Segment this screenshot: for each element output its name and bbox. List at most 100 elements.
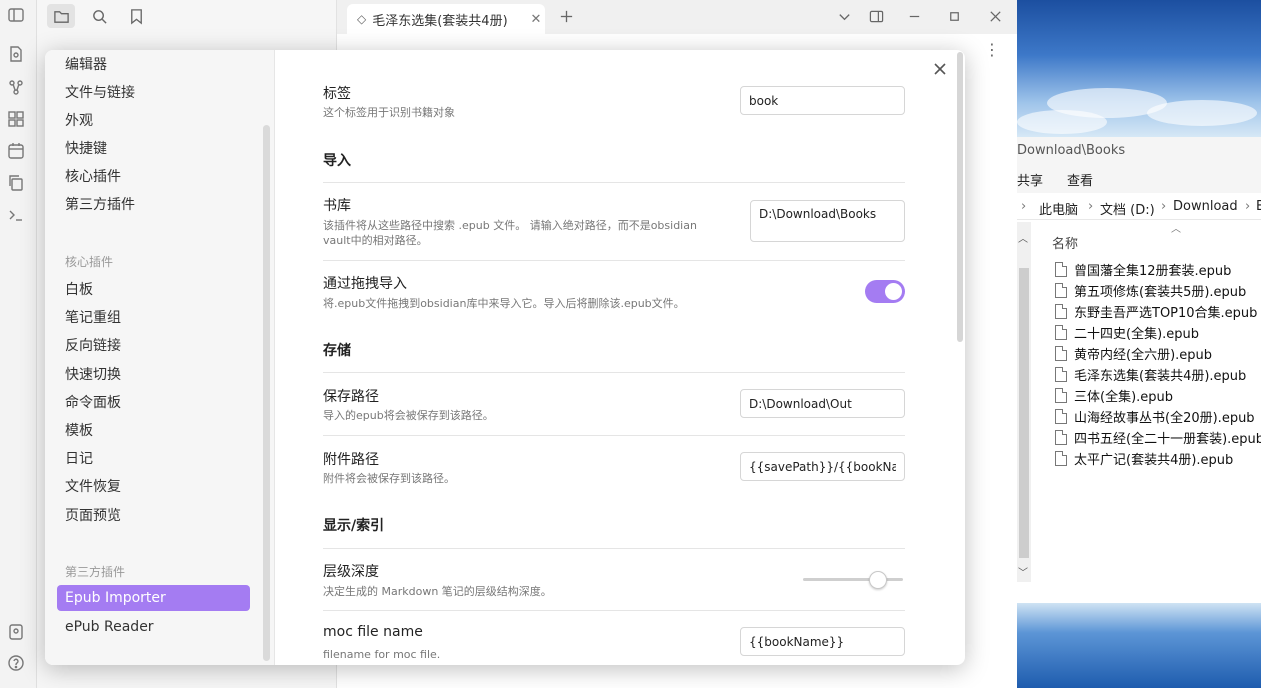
settings-nav-item[interactable]: 反向链接 [57,332,250,358]
settings-nav-item[interactable]: Epub Importer [57,585,250,611]
file-icon [1055,283,1067,298]
book-tab-icon: ◇ [357,12,367,26]
file-icon [1055,388,1067,403]
divider [323,182,905,183]
column-header-name[interactable]: 名称 [1052,233,1078,252]
graph-view-icon[interactable] [7,78,25,96]
explorer-scrollbar[interactable]: ︿ ﹀ [1017,222,1031,582]
level-depth-slider-track[interactable] [803,578,903,581]
settings-nav-item[interactable]: 文件与链接 [57,79,250,105]
file-list-item[interactable]: 三体(全集).epub [1055,385,1173,406]
breadcrumb-item[interactable]: B [1256,199,1261,214]
close-tab-icon[interactable]: ✕ [527,12,545,27]
more-options-icon[interactable]: ⋮ [984,42,1000,58]
desktop-wallpaper [1017,603,1261,688]
file-name: 四书五经(全二十一册套装).epub [1074,432,1261,447]
file-list-item[interactable]: 山海经故事丛书(全20册).epub [1055,406,1255,427]
section-heading-import: 导入 [323,153,351,169]
copy-icon[interactable] [7,174,25,192]
terminal-icon[interactable] [7,206,25,224]
folder-icon[interactable] [47,4,75,28]
canvas-icon[interactable] [7,110,25,128]
settings-nav-item[interactable]: 核心插件 [57,163,250,189]
file-list-item[interactable]: 东野圭吾严选TOP10合集.epub [1055,301,1257,322]
attachment-path-input[interactable] [740,452,905,481]
scroll-thumb[interactable] [1019,268,1029,558]
divider [323,548,905,549]
breadcrumb-item[interactable]: 此电脑 [1039,199,1078,218]
settings-nav-item[interactable]: 第三方插件 [57,191,250,217]
settings-nav-item[interactable]: 外观 [57,107,250,133]
tab-list-chevron-icon[interactable] [832,5,856,27]
vault-switch-icon[interactable] [7,623,25,641]
setting-desc: filename for moc file. [323,648,441,661]
breadcrumb-item[interactable]: Download [1173,199,1238,214]
settings-content: 标签 这个标签用于识别书籍对象 导入 书库 该插件将从这些路径中搜索 .epub… [276,50,965,665]
settings-nav-item[interactable]: 文件恢复 [57,473,250,499]
file-open-icon[interactable] [7,45,25,63]
right-sidebar-toggle-icon[interactable] [864,5,888,27]
settings-nav-item[interactable]: 模板 [57,417,250,443]
sidebar-toggle-icon[interactable] [7,6,25,24]
menu-view[interactable]: 查看 [1067,170,1093,189]
nav-scrollbar[interactable] [263,125,270,661]
breadcrumb-separator-icon: › [1021,199,1027,214]
moc-file-name-input[interactable] [740,627,905,656]
drag-import-toggle[interactable] [865,280,905,303]
tab-active-file[interactable]: ◇ 毛泽东选集(套装共4册) ✕ [347,4,545,34]
settings-nav-item[interactable]: 快捷键 [57,135,250,161]
file-icon [1055,325,1067,340]
save-path-input[interactable] [740,389,905,418]
settings-nav-item[interactable]: 编辑器 [57,51,250,77]
new-tab-icon[interactable] [554,5,578,27]
setting-name: 标签 [323,86,351,102]
sort-chevron-icon: ︿ [1171,224,1181,235]
settings-nav-item[interactable]: ePub Reader [57,614,250,640]
setting-name: 通过拖拽导入 [323,276,407,292]
close-icon [934,63,946,75]
level-depth-slider-handle[interactable] [869,571,887,589]
file-list-item[interactable]: 二十四史(全集).epub [1055,322,1199,343]
content-scrollbar[interactable] [957,52,963,342]
library-path-textarea[interactable] [750,200,905,242]
help-icon[interactable] [7,654,25,672]
settings-nav-item[interactable]: 快速切换 [57,361,250,387]
settings-nav-item[interactable]: 命令面板 [57,389,250,415]
settings-nav-item[interactable]: 白板 [57,276,250,302]
file-name: 第五项修炼(套装共5册).epub [1074,285,1247,300]
breadcrumb-separator-icon: › [1161,199,1167,214]
file-icon [1055,430,1067,445]
tag-input[interactable] [740,86,905,115]
window-close-icon[interactable] [983,5,1007,27]
file-icon [1055,367,1067,382]
search-icon[interactable] [85,4,113,28]
file-list-item[interactable]: 黄帝内经(全六册).epub [1055,343,1212,364]
settings-nav-item[interactable]: 日记 [57,445,250,471]
settings-nav-item[interactable]: 页面预览 [57,502,250,528]
file-name: 黄帝内经(全六册).epub [1074,348,1213,363]
breadcrumb-separator-icon: › [1088,199,1094,214]
divider [323,260,905,261]
file-name: 二十四史(全集).epub [1074,327,1200,342]
bookmark-icon[interactable] [122,4,150,28]
close-modal-button[interactable] [930,59,950,79]
file-name: 山海经故事丛书(全20册).epub [1074,411,1255,426]
file-list-item[interactable]: 曾国藩全集12册套装.epub [1055,259,1231,280]
file-list-item[interactable]: 毛泽东选集(套装共4册).epub [1055,364,1246,385]
minimize-icon[interactable] [902,5,926,27]
file-list-item[interactable]: 第五项修炼(套装共5册).epub [1055,280,1246,301]
breadcrumb-item[interactable]: 文档 (D:) [1100,199,1155,218]
file-list-item[interactable]: 四书五经(全二十一册套装).epub [1055,427,1261,448]
address-bar[interactable]: › 此电脑 › 文档 (D:) › Download › B [1017,195,1261,220]
menu-share[interactable]: 共享 [1017,170,1043,189]
file-icon [1055,304,1067,319]
setting-drag-import: 通过拖拽导入 将.epub文件拖拽到obsidian库中来导入它。导入后将删除该… [323,273,905,313]
file-list-item[interactable]: 太平广记(套装共4册).epub [1055,448,1233,469]
calendar-icon[interactable] [7,142,25,160]
setting-name: moc file name [323,624,423,640]
scroll-up-icon[interactable]: ︿ [1018,230,1028,245]
settings-nav-item[interactable]: 笔记重组 [57,304,250,330]
scroll-down-icon[interactable]: ﹀ [1018,564,1028,579]
section-heading-display: 显示/索引 [323,518,385,534]
maximize-icon[interactable] [942,5,966,27]
